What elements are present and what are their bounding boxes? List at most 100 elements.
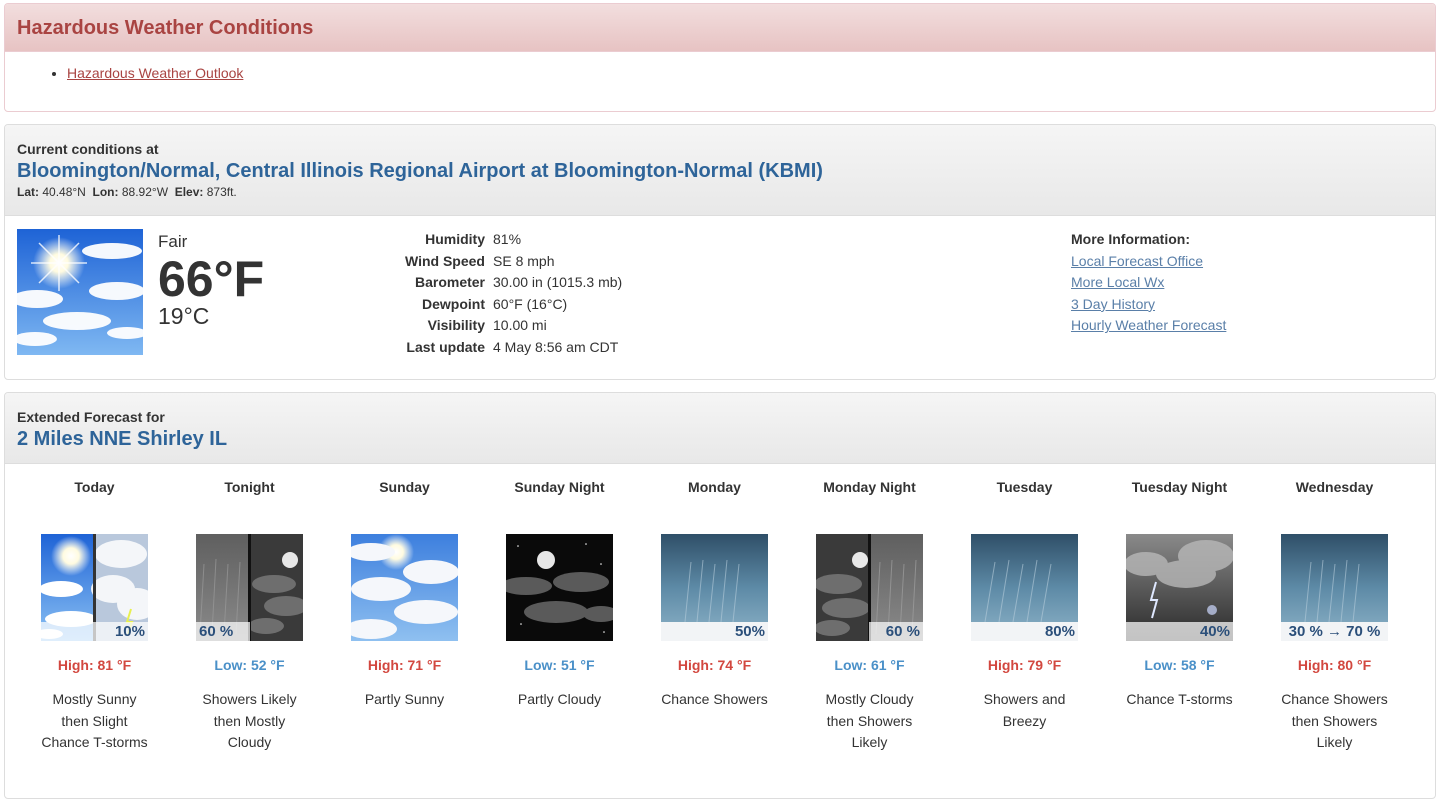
period-name: Wednesday: [1295, 479, 1374, 495]
detail-row-dewpoint: Dewpoint 60°F (16°C): [385, 294, 622, 316]
detail-value: 30.00 in (1015.3 mb): [493, 274, 623, 291]
forecast-period: Tuesday Night 40% Low: 58 °F Chance T-st…: [1102, 473, 1257, 754]
period-description: Partly Cloudy: [517, 691, 602, 707]
forecast-period: Tuesday 80% High: 79 °F Showers and Bree…: [947, 473, 1102, 754]
forecast-location: 2 Miles NNE Shirley IL: [17, 428, 228, 450]
period-temperature: High: 71 °F: [367, 657, 442, 673]
elev-value: 873ft.: [206, 185, 237, 199]
period-description: Showers Likely then Mostly Cloudy: [202, 691, 297, 750]
current-conditions-lead: Current conditions at: [17, 141, 159, 157]
period-temperature: Low: 61 °F: [834, 657, 905, 673]
period-temperature: High: 74 °F: [677, 657, 752, 673]
precipitation-chance: 60 %: [196, 622, 250, 641]
period-description: Chance Showers then Showers Likely: [1281, 691, 1388, 750]
forecast-period: Tonight 60 % Low: 52 °F Showers Likely t…: [172, 473, 327, 754]
period-description: Showers and Breezy: [983, 691, 1066, 729]
detail-row-barometer: Barometer 30.00 in (1015.3 mb): [385, 272, 622, 294]
hazardous-weather-outlook-link[interactable]: Hazardous Weather Outlook: [67, 65, 243, 81]
period-temperature: High: 81 °F: [57, 657, 132, 673]
hazard-list: Hazardous Weather Outlook: [5, 65, 1435, 81]
precipitation-chance: 10%: [41, 622, 148, 641]
detail-row-last-update: Last update 4 May 8:56 am CDT: [385, 337, 622, 359]
elev-label: Elev:: [174, 185, 204, 199]
detail-label: Visibility: [427, 317, 485, 334]
precipitation-chance: 50%: [661, 622, 768, 641]
period-description: Chance Showers: [661, 691, 768, 707]
period-description: Mostly Sunny then Slight Chance T-storms: [41, 691, 148, 750]
partly-sunny-icon: [351, 534, 458, 641]
detail-label: Barometer: [414, 274, 485, 291]
period-name: Monday Night: [823, 479, 916, 495]
more-local-wx-link[interactable]: More Local Wx: [1071, 272, 1226, 294]
detail-value: 60°F (16°C): [493, 295, 568, 312]
period-description: Partly Sunny: [364, 691, 445, 707]
precipitation-chance: 80%: [971, 622, 1078, 641]
period-temperature: Low: 51 °F: [524, 657, 595, 673]
hazard-header: Hazardous Weather Conditions: [5, 4, 1435, 52]
hourly-weather-forecast-link[interactable]: Hourly Weather Forecast: [1071, 315, 1226, 337]
hazardous-weather-panel: Hazardous Weather Conditions Hazardous W…: [4, 3, 1436, 112]
forecast-period: Monday 50% High: 74 °F Chance Showers: [637, 473, 792, 754]
period-name: Today: [74, 479, 115, 495]
lat-label: Lat:: [17, 185, 39, 199]
hazard-list-item: Hazardous Weather Outlook: [67, 65, 1435, 81]
partly-cloudy-night-icon: [506, 534, 613, 641]
cloudy-then-showers-night-icon: 60 %: [816, 534, 923, 641]
period-name: Sunday: [379, 479, 430, 495]
detail-row-humidity: Humidity 81%: [385, 229, 622, 251]
period-name: Tuesday Night: [1131, 479, 1228, 495]
more-information-title: More Information:: [1071, 231, 1190, 247]
forecast-period: Sunday Night Low: 51 °F Partly Cloudy: [482, 473, 637, 754]
detail-label: Wind Speed: [405, 252, 485, 269]
extended-forecast-lead: Extended Forecast for: [17, 409, 165, 425]
detail-label: Last update: [406, 338, 485, 355]
period-description: Chance T-storms: [1126, 691, 1233, 707]
lon-label: Lon:: [92, 185, 119, 199]
forecast-period: Sunday High: 71 °F Partly Sunny: [327, 473, 482, 754]
period-description: Mostly Cloudy then Showers Likely: [825, 691, 914, 750]
extended-forecast-header: Extended Forecast for 2 Miles NNE Shirle…: [5, 393, 1435, 464]
more-information: More Information: Local Forecast Office …: [1071, 229, 1226, 337]
showers-breezy-icon: 80%: [971, 534, 1078, 641]
detail-label: Humidity: [425, 231, 485, 247]
forecast-period: Today 10% High: 81 °F Mostly Sunny then …: [17, 473, 172, 754]
period-temperature: High: 80 °F: [1297, 657, 1372, 673]
showers-icon: 50%: [661, 534, 768, 641]
current-details-table: Humidity 81% Wind Speed SE 8 mph Barometer…: [385, 229, 622, 359]
detail-row-visibility: Visibility 10.00 mi: [385, 315, 622, 337]
sunny-then-tstorm-icon: 10%: [41, 534, 148, 641]
local-forecast-office-link[interactable]: Local Forecast Office: [1071, 251, 1226, 273]
period-temperature: Low: 52 °F: [214, 657, 285, 673]
detail-label: Dewpoint: [422, 295, 485, 312]
forecast-period: Monday Night 60 % Low: 61 °F Mostly Clou…: [792, 473, 947, 754]
precipitation-chance: 40%: [1126, 622, 1233, 641]
period-temperature: High: 79 °F: [987, 657, 1062, 673]
lon-value: 88.92°W: [121, 185, 169, 199]
period-name: Sunday Night: [514, 479, 605, 495]
period-name: Tonight: [224, 479, 275, 495]
station-name: Bloomington/Normal, Central Illinois Reg…: [17, 160, 823, 182]
period-name: Monday: [688, 479, 741, 495]
period-name: Tuesday: [996, 479, 1053, 495]
current-conditions-header: Current conditions at Bloomington/Normal…: [5, 125, 1435, 216]
period-temperature: Low: 58 °F: [1144, 657, 1215, 673]
temperature-f: 66°F: [158, 251, 265, 307]
showers-then-cloudy-night-icon: 60 %: [196, 534, 303, 641]
fair-sky-icon: [17, 229, 143, 355]
lat-value: 40.48°N: [42, 185, 86, 199]
three-day-history-link[interactable]: 3 Day History: [1071, 294, 1226, 316]
precipitation-chance: 60 %: [869, 622, 923, 641]
hazard-title: Hazardous Weather Conditions: [17, 17, 314, 39]
current-conditions-panel: Current conditions at Bloomington/Normal…: [4, 124, 1436, 380]
detail-value: 4 May 8:56 am CDT: [493, 338, 619, 355]
station-coordinates: Lat: 40.48°N Lon: 88.92°W Elev: 873ft.: [17, 185, 1423, 199]
precipitation-chance: 30 % → 70 %: [1281, 622, 1388, 641]
showers-icon: 30 % → 70 %: [1281, 534, 1388, 641]
detail-row-wind-speed: Wind Speed SE 8 mph: [385, 251, 622, 273]
current-temperature: Fair 66°F 19°C: [158, 229, 264, 329]
tstorm-night-icon: 40%: [1126, 534, 1233, 641]
forecast-period: Wednesday 30 % → 70 % High: 80 °F Chance…: [1257, 473, 1412, 754]
extended-forecast-panel: Extended Forecast for 2 Miles NNE Shirle…: [4, 392, 1436, 799]
detail-value: 10.00 mi: [493, 317, 547, 334]
detail-value: 81%: [493, 231, 522, 247]
